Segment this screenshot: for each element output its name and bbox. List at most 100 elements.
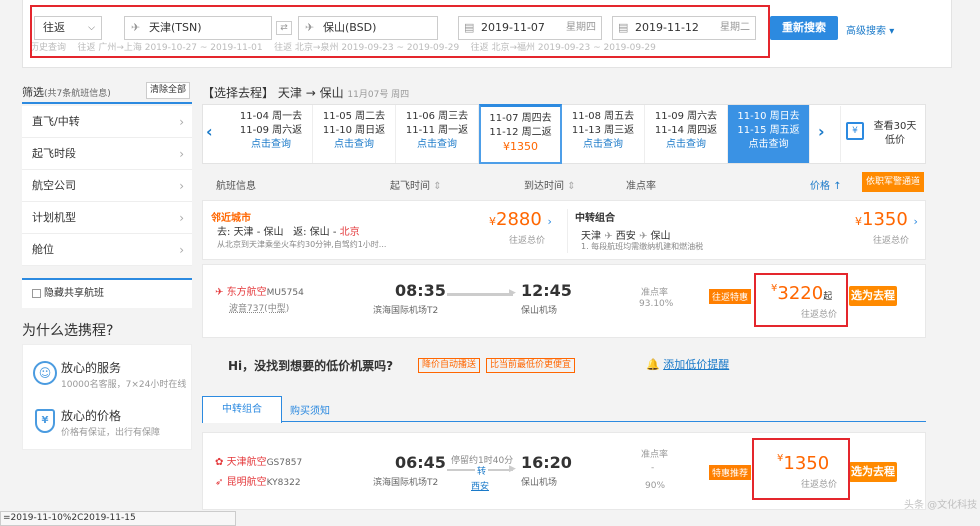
nearby-title: 邻近城市: [211, 213, 251, 224]
filter-title: 筛选(共7条航班信息): [22, 84, 111, 100]
date-go: 11-10 周日去: [737, 111, 800, 122]
ontime-label: 准点率: [641, 288, 669, 298]
ontime-dash: -: [651, 463, 655, 473]
col-price[interactable]: 价格 ↑: [810, 177, 842, 192]
highlight-box: [754, 273, 848, 327]
divider: [567, 209, 568, 253]
nearby-price-note: 往返总价: [509, 236, 546, 246]
filter-depart-time[interactable]: 起飞时段 ›: [22, 138, 192, 170]
benefit-title: 放心的服务: [61, 361, 122, 375]
date-back: 11-09 周六返: [239, 125, 303, 136]
date-go: 11-07 周四去: [489, 113, 552, 124]
flight-code: MU5754: [266, 288, 304, 298]
aircraft-type[interactable]: 波音737(中型): [229, 301, 289, 314]
col-flight: 航班信息: [216, 181, 256, 192]
date-cells: 11-04 周一去 11-09 周六返 点击查询 11-05 周二去 11-10 周日…: [230, 104, 810, 164]
airline-name: 昆明航空: [226, 477, 267, 488]
route-to: 保山: [319, 86, 344, 100]
ontime-value: 90%: [645, 481, 666, 491]
filter-airline[interactable]: 航空公司 ›: [22, 170, 192, 202]
combo-price-note: 往返总价: [873, 236, 910, 246]
combo-note: 1. 每段航班均需缴纳机建和燃油税: [581, 242, 704, 251]
chevron-right-icon: ›: [913, 215, 918, 228]
chevron-right-icon: ›: [179, 147, 184, 161]
flight-code: GS7857: [266, 458, 303, 468]
add-price-alert[interactable]: 🔔 添加低价提醒: [646, 356, 729, 372]
col-arrive[interactable]: 到达时间 ⇕: [524, 177, 576, 192]
date-option-selected[interactable]: 11-07 周四去 11-12 周二返 ¥1350: [479, 104, 562, 164]
date-option[interactable]: 11-05 周二去 11-10 周日返 点击查询: [313, 105, 396, 163]
flight-airline: ✈ 东方航空MU5754: [215, 283, 304, 298]
go-label: 去:: [217, 227, 231, 238]
filter-item-label: 舱位: [32, 243, 54, 256]
arrive-time: 12:45: [521, 281, 572, 300]
arrive-time: 16:20: [521, 453, 572, 472]
headset-icon: ☺: [33, 361, 57, 385]
date-option[interactable]: 11-06 周三去 11-11 周一返 点击查询: [396, 105, 479, 163]
filter-aircraft[interactable]: 计划机型 ›: [22, 202, 192, 234]
flight-line: [447, 293, 513, 296]
benefit-desc: 10000名客服，7×24小时在线: [61, 380, 187, 390]
checkbox[interactable]: [32, 288, 41, 298]
date-query: 点击查询: [748, 139, 789, 150]
calendar-30-link[interactable]: 查看30天 低价: [872, 120, 918, 148]
filter-item-label: 起飞时段: [32, 147, 76, 160]
filter-direct-transfer[interactable]: 直飞/中转 ›: [22, 106, 192, 138]
tab-purchase-notes[interactable]: 购买须知: [290, 402, 330, 417]
nearby-route: 去: 天津 - 保山 返: 保山 - 北京: [217, 227, 360, 238]
date-option-hover[interactable]: 11-10 周日去 11-15 周五返 点击查询: [728, 105, 810, 163]
date-option[interactable]: 11-09 周六去 11-14 周四返 点击查询: [645, 105, 728, 163]
tab-transfer-combo[interactable]: 中转组合: [202, 396, 282, 423]
advanced-search-label: 高级搜索: [846, 26, 886, 37]
choose-outbound-button[interactable]: 选为去程: [849, 462, 897, 482]
why-title: 为什么选携程?: [22, 323, 114, 339]
filter-count: (共7条航班信息): [44, 89, 111, 99]
flight-airline: ✿ 天津航空GS7857: [215, 453, 302, 468]
clear-all-button[interactable]: 清除全部: [146, 82, 190, 99]
route-date: 11月07号 周四: [347, 90, 410, 100]
ontime-value: 93.10%: [639, 299, 674, 309]
lowprice-tag: 降价自动播送: [418, 358, 481, 373]
divider: [840, 106, 841, 162]
date-go: 11-05 周二去: [322, 111, 386, 122]
china-eastern-logo-icon: ✈: [215, 287, 224, 298]
add-price-alert-label: 添加低价提醒: [663, 358, 730, 371]
date-query: 点击查询: [583, 139, 623, 150]
chevron-right-icon: ›: [547, 215, 552, 228]
military-channel-button[interactable]: 依职军警通道: [862, 172, 924, 192]
chevron-right-icon: ›: [179, 115, 184, 129]
chevron-right-icon: ›: [179, 243, 184, 257]
filter-item-label: 直飞/中转: [32, 115, 80, 128]
date-option[interactable]: 11-04 周一去 11-09 周六返 点击查询: [230, 105, 313, 163]
back-label: 返:: [293, 227, 307, 238]
airline-name: 天津航空: [226, 457, 267, 468]
combo-price-value: 1350: [862, 209, 908, 230]
combo-price[interactable]: ¥1350 ›: [855, 209, 918, 230]
hide-shared-option[interactable]: 隐藏共享航班: [22, 278, 192, 308]
date-back: 11-13 周三返: [571, 125, 635, 136]
benefit-title: 放心的价格: [61, 409, 122, 423]
filter-cabin[interactable]: 舱位 ›: [22, 234, 192, 266]
date-option[interactable]: 11-08 周五去 11-13 周三返 点击查询: [562, 105, 645, 163]
choose-outbound-button[interactable]: 选为去程: [849, 286, 897, 306]
shield-yen-icon: ¥: [35, 409, 55, 433]
col-depart[interactable]: 起飞时间 ⇕: [390, 177, 442, 192]
chevron-right-icon: ›: [179, 179, 184, 193]
arrive-airport: 保山机场: [521, 306, 558, 316]
highlight-box: [30, 5, 770, 58]
arrow-icon: ▶: [509, 464, 516, 474]
col-depart-label: 起飞时间: [390, 181, 430, 192]
lowprice-prompt: Hi，没找到想要的低价机票吗?: [228, 359, 394, 373]
advanced-search-link[interactable]: 高级搜索 ▾: [846, 22, 894, 37]
prev-dates-arrow[interactable]: ‹: [206, 122, 213, 141]
chevron-right-icon: ›: [179, 211, 184, 225]
combo-title: 中转组合: [575, 213, 615, 224]
search-button[interactable]: 重新搜索: [770, 16, 838, 40]
benefit-desc: 价格有保证，出行有保障: [61, 428, 161, 438]
column-header: 航班信息 起飞时间 ⇕ 到达时间 ⇕ 准点率 价格 ↑ 依职军警通道: [202, 172, 926, 196]
nearby-price[interactable]: ¥2880 ›: [489, 209, 552, 230]
next-dates-arrow[interactable]: ›: [818, 122, 825, 141]
date-query: 点击查询: [251, 139, 291, 150]
transfer-city[interactable]: 西安: [471, 479, 489, 492]
calendar-icon[interactable]: ¥: [846, 122, 864, 140]
